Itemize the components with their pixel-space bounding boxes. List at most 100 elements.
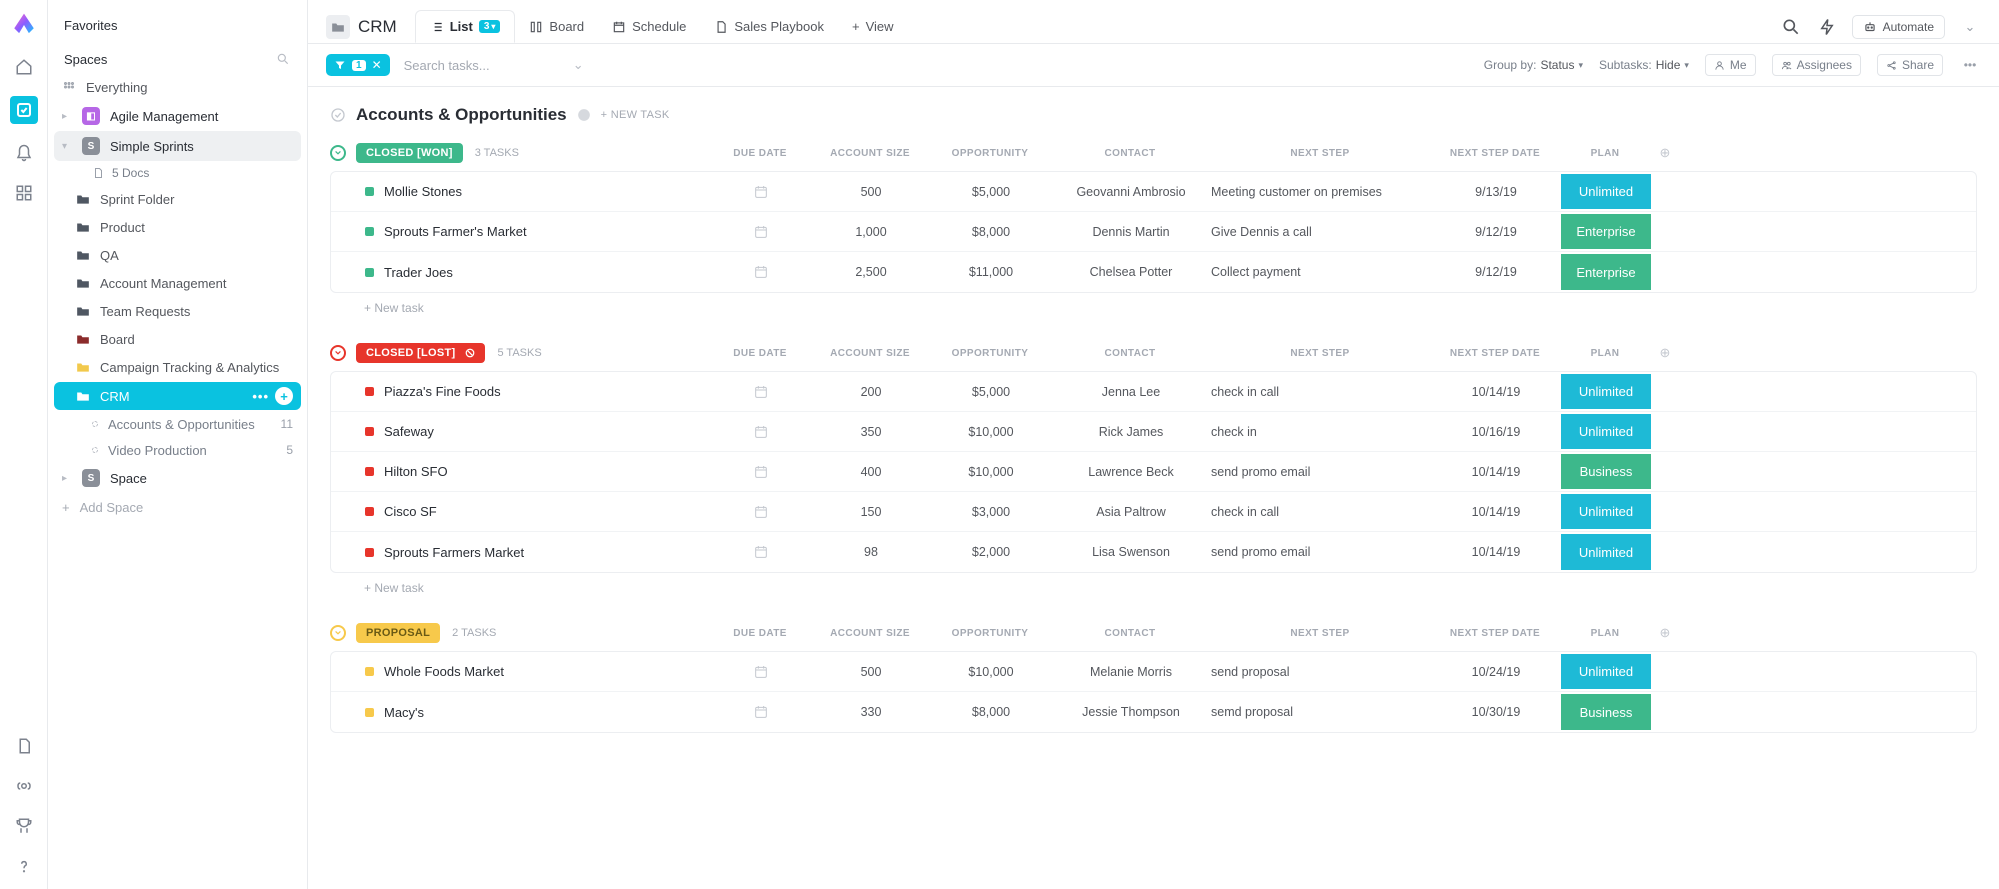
sidebar-folder-crm[interactable]: CRM ••• +: [54, 382, 301, 410]
assignees-button[interactable]: Assignees: [1772, 54, 1861, 76]
collapse-icon[interactable]: [330, 625, 346, 641]
sidebar-list[interactable]: Accounts & Opportunities11: [48, 411, 307, 437]
spaces-header[interactable]: Spaces: [64, 52, 107, 67]
task-row[interactable]: Hilton SFO 400 $10,000 Lawrence Beck sen…: [331, 452, 1976, 492]
tab-board[interactable]: Board: [515, 11, 598, 42]
dashboards-icon[interactable]: [13, 182, 35, 204]
bolt-icon[interactable]: [1816, 16, 1838, 38]
sidebar-add-space[interactable]: + Add Space: [48, 493, 307, 521]
task-row[interactable]: Cisco SF 150 $3,000 Asia Paltrow check i…: [331, 492, 1976, 532]
plan-tag[interactable]: Enterprise: [1561, 214, 1651, 249]
subtasks-select[interactable]: Subtasks: Hide ▾: [1599, 58, 1689, 72]
task-row[interactable]: Sprouts Farmers Market 98 $2,000 Lisa Sw…: [331, 532, 1976, 572]
search-input[interactable]: Search tasks... ⌄: [404, 57, 584, 73]
status-pill[interactable]: PROPOSAL: [356, 623, 440, 643]
new-task-link[interactable]: + NEW TASK: [601, 109, 670, 121]
task-row[interactable]: Trader Joes 2,500 $11,000 Chelsea Potter…: [331, 252, 1976, 292]
me-button[interactable]: Me: [1705, 54, 1756, 76]
pulse-icon[interactable]: [13, 775, 35, 797]
plan-tag[interactable]: Business: [1561, 694, 1651, 730]
share-button[interactable]: Share: [1877, 54, 1943, 76]
due-date-cell[interactable]: [711, 664, 811, 680]
sidebar-everything[interactable]: Everything: [48, 73, 307, 101]
plus-icon: +: [852, 19, 860, 34]
tab-playbook[interactable]: Sales Playbook: [700, 11, 838, 42]
sidebar-folder[interactable]: Product: [48, 213, 307, 241]
add-column-icon[interactable]: ⊕: [1650, 345, 1680, 361]
plan-tag[interactable]: Business: [1561, 454, 1651, 489]
home-icon[interactable]: [13, 56, 35, 78]
task-row[interactable]: Mollie Stones 500 $5,000 Geovanni Ambros…: [331, 172, 1976, 212]
due-date-cell[interactable]: [711, 504, 811, 520]
close-icon[interactable]: ✕: [372, 58, 382, 72]
collapse-icon[interactable]: [330, 145, 346, 161]
col-nextdate: NEXT STEP DATE: [1430, 348, 1560, 359]
due-date-cell[interactable]: [711, 424, 811, 440]
due-date-cell[interactable]: [711, 704, 811, 720]
status-pill[interactable]: CLOSED [WON]: [356, 143, 463, 163]
col-next: NEXT STEP: [1210, 628, 1430, 639]
notifications-icon[interactable]: [13, 142, 35, 164]
search-icon[interactable]: [275, 51, 291, 67]
favorites-header[interactable]: Favorites: [48, 12, 307, 41]
sidebar-space-agile[interactable]: ▸ ◧ Agile Management: [48, 101, 307, 131]
sidebar-list[interactable]: Video Production5: [48, 437, 307, 463]
due-date-cell[interactable]: [711, 544, 811, 560]
tasks-icon[interactable]: [10, 96, 38, 124]
task-name: Whole Foods Market: [384, 664, 504, 679]
task-rows: Mollie Stones 500 $5,000 Geovanni Ambros…: [330, 171, 1977, 293]
sidebar-folder[interactable]: Campaign Tracking & Analytics: [48, 353, 307, 381]
chevron-down-icon[interactable]: ⌄: [1959, 16, 1981, 38]
user-icon: [1714, 60, 1725, 71]
docs-icon[interactable]: [13, 735, 35, 757]
task-count: 2 TASKS: [452, 627, 496, 639]
plan-tag[interactable]: Unlimited: [1561, 414, 1651, 449]
due-date-cell[interactable]: [711, 224, 811, 240]
sidebar-space-simple-sprints[interactable]: ▾ S Simple Sprints: [54, 131, 301, 161]
due-date-cell[interactable]: [711, 384, 811, 400]
new-task-button[interactable]: + New task: [330, 573, 1977, 595]
collapse-icon[interactable]: [330, 345, 346, 361]
sidebar-folder[interactable]: Sprint Folder: [48, 185, 307, 213]
task-row[interactable]: Whole Foods Market 500 $10,000 Melanie M…: [331, 652, 1976, 692]
col-nextdate: NEXT STEP DATE: [1430, 628, 1560, 639]
status-pill[interactable]: CLOSED [LOST]: [356, 343, 485, 363]
task-row[interactable]: Safeway 350 $10,000 Rick James check in …: [331, 412, 1976, 452]
info-icon[interactable]: [577, 108, 591, 122]
plan-tag[interactable]: Enterprise: [1561, 254, 1651, 290]
add-column-icon[interactable]: ⊕: [1650, 625, 1680, 641]
add-icon[interactable]: +: [275, 387, 293, 405]
tab-list[interactable]: List 3▾: [415, 10, 516, 43]
sidebar-folder[interactable]: Board: [48, 325, 307, 353]
plan-tag[interactable]: Unlimited: [1561, 654, 1651, 689]
sidebar-space-space[interactable]: ▸ S Space: [48, 463, 307, 493]
plan-tag[interactable]: Unlimited: [1561, 534, 1651, 570]
automate-button[interactable]: Automate: [1852, 15, 1945, 39]
more-icon[interactable]: •••: [252, 389, 269, 404]
next-step-cell: Meeting customer on premises: [1211, 185, 1431, 199]
breadcrumb[interactable]: CRM: [326, 15, 405, 39]
due-date-cell[interactable]: [711, 184, 811, 200]
new-task-button[interactable]: + New task: [330, 293, 1977, 315]
plan-tag[interactable]: Unlimited: [1561, 374, 1651, 409]
sidebar-docs[interactable]: 5 Docs: [48, 161, 307, 185]
search-icon[interactable]: [1780, 16, 1802, 38]
goals-icon[interactable]: [13, 815, 35, 837]
filter-chip[interactable]: 1 ✕: [326, 54, 390, 76]
due-date-cell[interactable]: [711, 264, 811, 280]
sidebar-folder[interactable]: QA: [48, 241, 307, 269]
sidebar-folder[interactable]: Team Requests: [48, 297, 307, 325]
sidebar-folder[interactable]: Account Management: [48, 269, 307, 297]
groupby-select[interactable]: Group by: Status ▾: [1484, 58, 1583, 72]
help-icon[interactable]: [13, 855, 35, 877]
task-row[interactable]: Piazza's Fine Foods 200 $5,000 Jenna Lee…: [331, 372, 1976, 412]
task-row[interactable]: Sprouts Farmer's Market 1,000 $8,000 Den…: [331, 212, 1976, 252]
plan-tag[interactable]: Unlimited: [1561, 494, 1651, 529]
more-icon[interactable]: •••: [1959, 54, 1981, 76]
due-date-cell[interactable]: [711, 464, 811, 480]
plan-tag[interactable]: Unlimited: [1561, 174, 1651, 209]
tab-add-view[interactable]: +View: [838, 11, 908, 42]
add-column-icon[interactable]: ⊕: [1650, 145, 1680, 161]
task-row[interactable]: Macy's 330 $8,000 Jessie Thompson semd p…: [331, 692, 1976, 732]
tab-schedule[interactable]: Schedule: [598, 11, 700, 42]
